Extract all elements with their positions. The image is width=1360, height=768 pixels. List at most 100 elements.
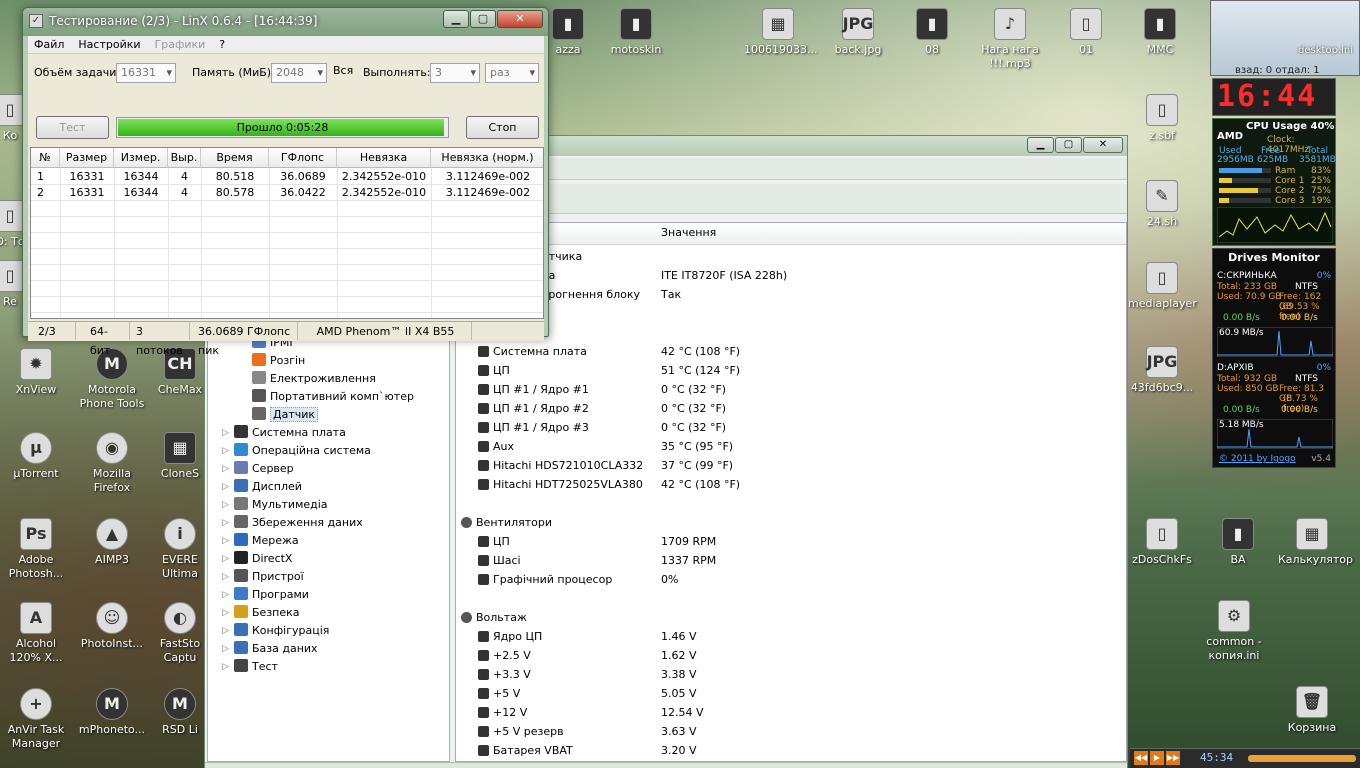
tree-item[interactable]: ▷ Тест <box>222 658 278 676</box>
desktop-icon[interactable]: ♪ Нага нага !!!.mp3 <box>976 8 1044 71</box>
desktop-icon[interactable]: ◉ Mozilla Firefox <box>78 432 146 495</box>
runs-unit-combo[interactable]: раз <box>485 63 539 83</box>
tree-item[interactable]: ▷ Мультимедіа <box>222 496 328 514</box>
desktop-icon[interactable]: ▯ zDosChkFs <box>1128 518 1196 567</box>
linx-menu-item[interactable]: ? <box>219 38 225 51</box>
sensor-group-header[interactable]: Вольтаж <box>456 608 1126 627</box>
linx-menu-item[interactable]: Настройки <box>78 38 140 51</box>
tree-item[interactable]: ▷ Пристрої <box>222 568 304 586</box>
sensor-row[interactable]: ЦП 51 °C (124 °F) <box>456 361 1126 380</box>
sensor-row[interactable]: Системна плата 42 °C (108 °F) <box>456 342 1126 361</box>
tree-item[interactable]: ▷ Збереження даних <box>222 514 363 532</box>
tree-item[interactable]: ▷ Програми <box>222 586 309 604</box>
all-memory-label[interactable]: Вся <box>333 61 353 81</box>
tree-item[interactable]: ▷ Безпека <box>222 604 300 622</box>
expand-icon[interactable]: ▷ <box>222 424 229 442</box>
sensor-row[interactable]: Hitachi HDT725025VLA380 42 °C (108 °F) <box>456 475 1126 494</box>
desktop-icon[interactable]: ▯ mediaplayer <box>1128 262 1197 311</box>
tree-item[interactable]: ▷ Дисплей <box>222 478 302 496</box>
column-header[interactable]: Выр. <box>168 148 201 168</box>
expand-icon[interactable]: ▷ <box>222 478 229 496</box>
tree-item[interactable]: ▷ Системна плата <box>222 424 346 442</box>
next-icon[interactable]: ▶▶ <box>1166 751 1180 765</box>
sensor-row[interactable]: +12 V 12.54 V <box>456 703 1126 722</box>
close-button[interactable]: ✕ <box>1083 137 1123 153</box>
desktop-icon[interactable]: JPG 43fd6bc9... <box>1128 346 1196 395</box>
sensor-row[interactable]: ЦП #1 / Ядро #1 0 °C (32 °F) <box>456 380 1126 399</box>
desktop-icon[interactable]: 🗑 Корзина <box>1278 686 1346 735</box>
tree-item[interactable]: Датчик <box>252 406 319 424</box>
expand-icon[interactable]: ▷ <box>222 442 229 460</box>
player-progress[interactable] <box>1248 755 1356 762</box>
desktop-icon[interactable]: µ µTorrent <box>2 432 70 481</box>
linx-titlebar[interactable]: ✓ Тестирование (2/3) - LinX 0.6.4 - [16:… <box>23 8 548 36</box>
prev-icon[interactable]: ◀◀ <box>1134 751 1148 765</box>
sensor-row[interactable]: +3.3 V 3.38 V <box>456 665 1126 684</box>
expand-icon[interactable]: ▷ <box>222 514 229 532</box>
sensor-row[interactable]: ЦП 1709 RPM <box>456 532 1126 551</box>
test-button[interactable]: Тест <box>36 116 109 139</box>
column-header[interactable]: ГФлопс <box>269 148 337 168</box>
tree-item[interactable]: ▷ Мережа <box>222 532 299 550</box>
runs-combo[interactable]: 3 <box>430 63 480 83</box>
tree-item[interactable]: Розгін <box>252 352 305 370</box>
desktop-icon[interactable]: ▮ MMC <box>1126 8 1194 57</box>
sensor-row[interactable]: Hitachi HDS721010CLA332 37 °C (99 °F) <box>456 456 1126 475</box>
column-value-header[interactable]: Значення <box>661 226 716 239</box>
tree-item[interactable]: ▷ База даних <box>222 640 318 658</box>
table-row[interactable]: 1 16331 16344 4 80.518 36.0689 2.342552e-010 3.… <box>31 169 543 185</box>
desktop-icon[interactable]: Ps Adobe Photosh... <box>2 518 70 581</box>
drives-footer-link[interactable]: © 2011 by Igogo <box>1219 454 1296 464</box>
tree-item[interactable]: ▷ Конфігурація <box>222 622 329 640</box>
desktop-icon[interactable]: MmPhoneto... <box>78 688 146 737</box>
sensor-row[interactable]: ЦП #1 / Ядро #3 0 °C (32 °F) <box>456 418 1126 437</box>
play-icon[interactable]: ▶ <box>1150 751 1164 765</box>
tree-item[interactable]: ▷ Операційна система <box>222 442 371 460</box>
expand-icon[interactable]: ▷ <box>222 640 229 658</box>
table-row[interactable]: 2 16331 16344 4 80.578 36.0422 2.342552e-010 3.… <box>31 185 543 201</box>
sensor-row[interactable]: Шасі 1337 RPM <box>456 551 1126 570</box>
minimize-button[interactable]: ▁ <box>1027 137 1054 153</box>
column-header[interactable]: Невязка <box>337 148 431 168</box>
linx-minimize-button[interactable]: ▁ <box>443 10 469 28</box>
column-header[interactable]: Невязка (норм.) <box>431 148 543 168</box>
expand-icon[interactable]: ▷ <box>222 622 229 640</box>
stop-button[interactable]: Стоп <box>466 116 539 139</box>
expand-icon[interactable]: ▷ <box>222 604 229 622</box>
desktop-icon[interactable]: ▯ 01 <box>1052 8 1120 57</box>
expand-icon[interactable]: ▷ <box>222 496 229 514</box>
column-header[interactable]: Размер <box>60 148 114 168</box>
expand-icon[interactable]: ▷ <box>222 532 229 550</box>
linx-close-button[interactable]: ✕ <box>497 10 543 28</box>
desktop-icon[interactable]: ⚙ common - копия.ini <box>1200 600 1268 663</box>
expand-icon[interactable]: ▷ <box>222 586 229 604</box>
column-header[interactable]: № <box>31 148 60 168</box>
expand-icon[interactable]: ▷ <box>222 460 229 478</box>
desktop-icon[interactable]: ▮ 08 <box>898 8 966 57</box>
sensor-row[interactable]: Ядро ЦП 1.46 V <box>456 627 1126 646</box>
tree-item[interactable]: ▷ DirectX <box>222 550 292 568</box>
sensor-row[interactable]: Батарея VBAT 3.20 V <box>456 741 1126 760</box>
expand-icon[interactable]: ▷ <box>222 568 229 586</box>
size-combo[interactable]: 16331 <box>116 63 176 83</box>
sensor-group-header[interactable]: Вентилятори <box>456 513 1126 532</box>
sensor-row[interactable]: Графічний процесор 0% <box>456 570 1126 589</box>
memory-combo[interactable]: 2048 <box>271 63 327 83</box>
linx-maximize-button[interactable]: ▢ <box>470 10 496 28</box>
desktop-icon[interactable]: A Alcohol 120% X... <box>2 602 70 665</box>
maximize-button[interactable]: ▢ <box>1055 137 1082 153</box>
linx-menu-item[interactable]: Графики <box>155 38 206 51</box>
tree-item[interactable]: Електроживлення <box>252 370 376 388</box>
desktop-icon[interactable]: JPG back.jpg <box>824 8 892 57</box>
desktop-icon[interactable]: ✹ XnView <box>2 348 70 397</box>
sensor-row[interactable]: +5 V 5.05 V <box>456 684 1126 703</box>
tree-item[interactable]: Портативний комп`ютер <box>252 388 414 406</box>
linx-menu-item[interactable]: Файл <box>34 38 64 51</box>
expand-icon[interactable]: ▷ <box>222 658 229 676</box>
tree-item[interactable]: ▷ Сервер <box>222 460 294 478</box>
desktop-icon[interactable]: ▮ motoskin <box>602 8 670 57</box>
column-header[interactable]: Измер. <box>114 148 168 168</box>
desktop-icon[interactable]: ▯ z.sbf <box>1128 94 1196 143</box>
desktop-icon[interactable]: ▦ Калькулятор <box>1278 518 1353 567</box>
desktop-icon[interactable]: + AnVir Task Manager <box>2 688 70 751</box>
